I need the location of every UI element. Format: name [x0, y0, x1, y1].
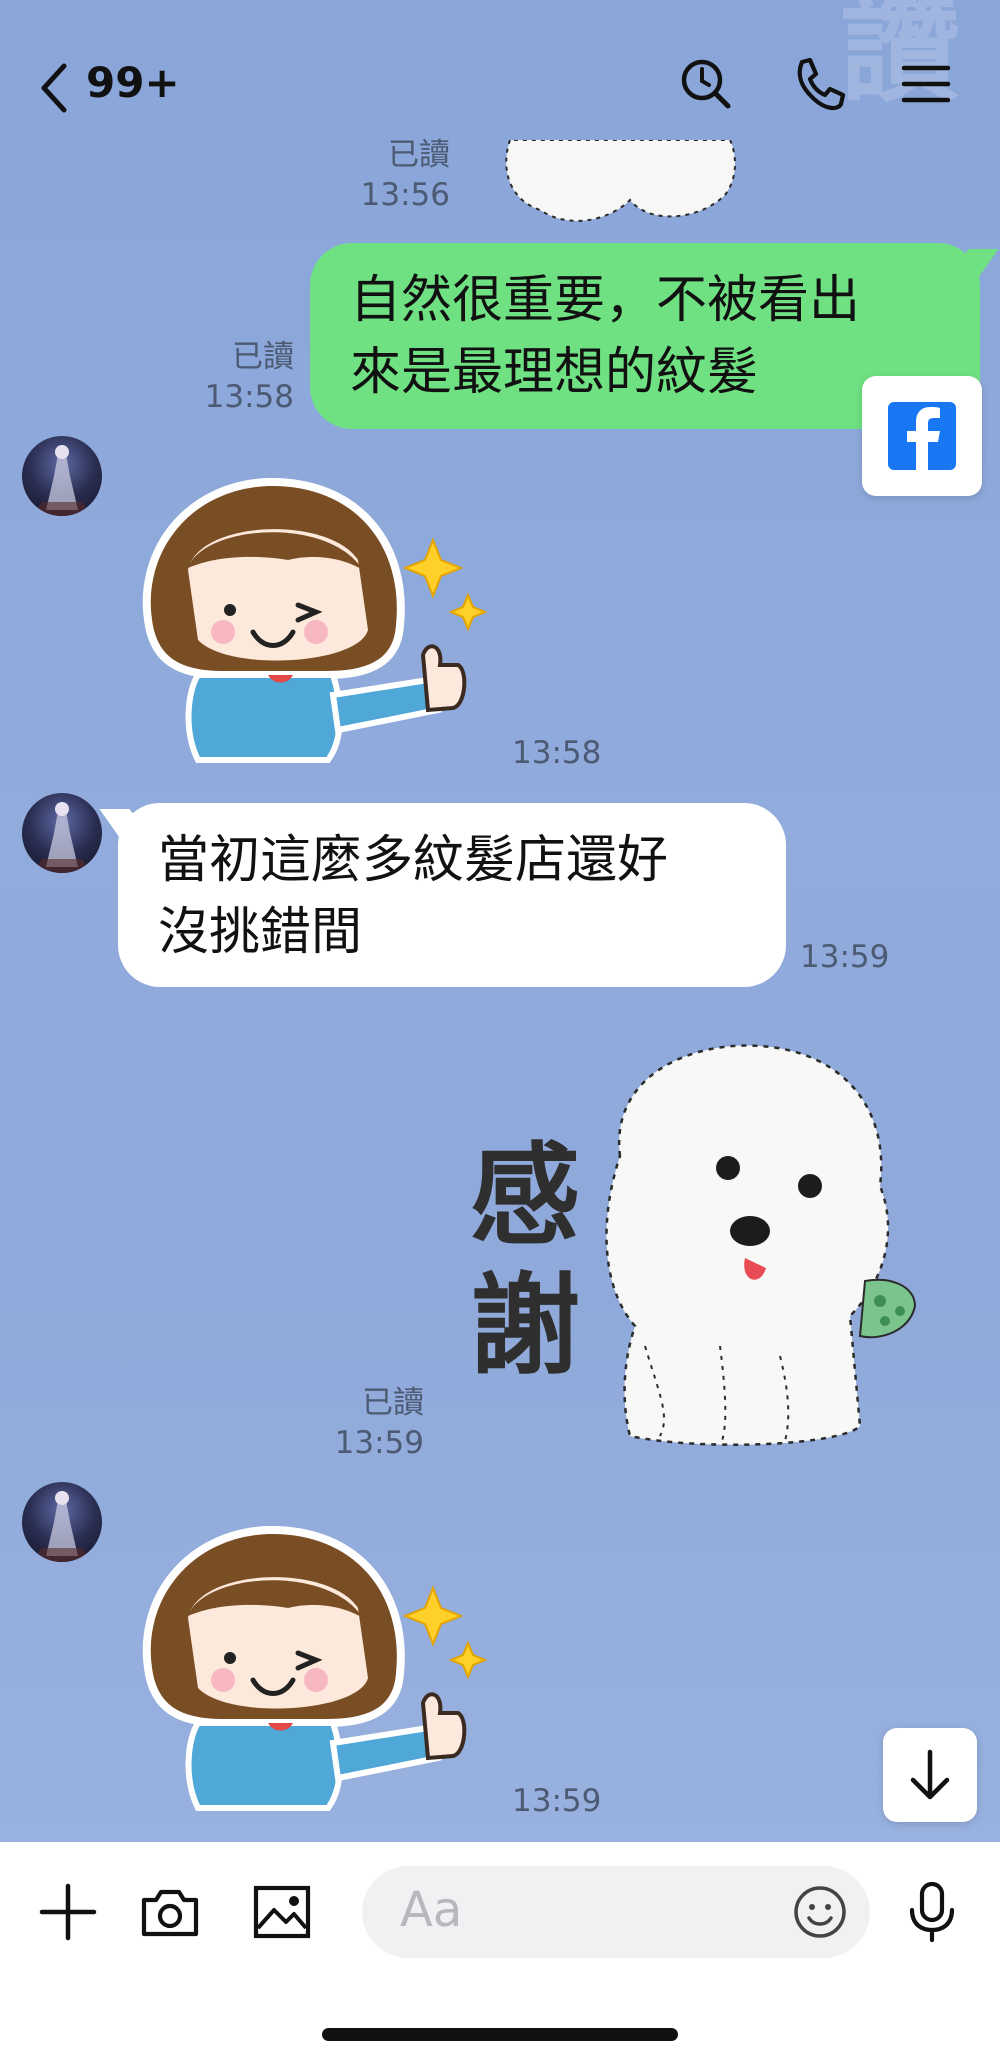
message-time: 13:58 [204, 379, 294, 415]
plus-icon[interactable] [36, 1880, 100, 1944]
sticker-girl-thumbs-up[interactable] [128, 460, 500, 780]
read-receipt: 已讀 [362, 1385, 424, 1421]
sticker-dog-thanks[interactable]: 感 謝 [460, 1036, 980, 1466]
search-icon[interactable] [676, 54, 736, 114]
camera-icon[interactable] [138, 1880, 202, 1944]
message-text-line: 沒挑錯間 [158, 903, 363, 962]
read-receipt: 已讀 [232, 339, 294, 375]
avatar[interactable] [22, 793, 102, 873]
arrow-down-icon [910, 1749, 950, 1800]
sticker-girl-thumbs-up[interactable] [128, 1508, 500, 1828]
avatar[interactable] [22, 436, 102, 516]
chat-header: 99+ [0, 40, 1000, 130]
message-time: 13:59 [512, 1783, 602, 1819]
message-time: 13:59 [334, 1425, 424, 1461]
avatar[interactable] [22, 1482, 102, 1562]
read-receipt: 已讀 [388, 137, 450, 173]
message-time: 13:59 [800, 939, 890, 975]
incoming-message-bubble[interactable]: 當初這麼多紋髮店還好 沒挑錯間 [118, 803, 786, 987]
menu-icon[interactable] [896, 54, 956, 114]
message-time: 13:56 [360, 177, 450, 213]
image-icon[interactable] [250, 1880, 314, 1944]
unread-count[interactable]: 99+ [86, 58, 180, 107]
emoji-icon[interactable] [792, 1884, 848, 1940]
facebook-icon [888, 402, 956, 470]
message-time: 13:58 [512, 735, 602, 771]
phone-icon[interactable] [788, 54, 848, 114]
facebook-share-button[interactable] [862, 376, 982, 496]
chevron-left-icon[interactable] [34, 58, 74, 118]
message-text-line: 當初這麼多紋髮店還好 [158, 831, 669, 890]
sticker-white-dog-top [500, 139, 740, 230]
message-text-line: 自然很重要，不被看出 [350, 271, 861, 330]
message-input-placeholder: Aa [400, 1882, 463, 1938]
message-text-line: 來是最理想的紋髮 [350, 343, 759, 402]
microphone-icon[interactable] [900, 1880, 964, 1944]
message-input[interactable]: Aa [362, 1866, 870, 1958]
scroll-to-bottom-button[interactable] [883, 1728, 977, 1822]
home-indicator[interactable] [322, 2028, 678, 2041]
